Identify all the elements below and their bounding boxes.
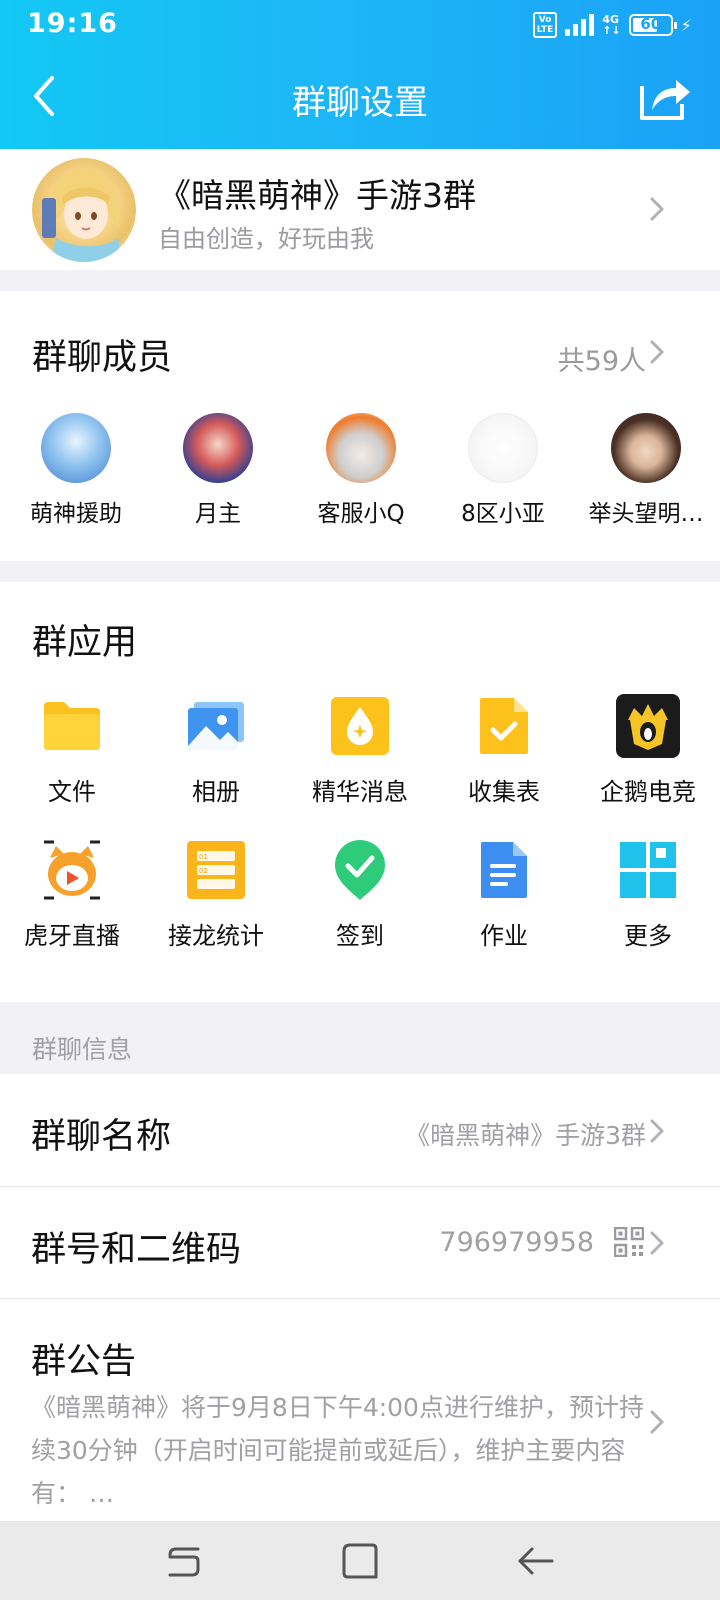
member-item[interactable]: 8区小亚 xyxy=(433,413,573,528)
group-number-value: 796979958 xyxy=(439,1227,594,1258)
app-label: 精华消息 xyxy=(312,778,408,806)
info-section-label: 群聊信息 xyxy=(32,1035,133,1064)
back-arrow-icon xyxy=(518,1547,554,1575)
battery-icon: 60 xyxy=(628,14,677,36)
app-label: 接龙统计 xyxy=(168,922,264,950)
avatar xyxy=(183,413,253,483)
group-name-row[interactable]: 群聊名称 《暗黑萌神》手游3群 xyxy=(0,1074,720,1186)
group-number-label: 群号和二维码 xyxy=(31,1230,242,1270)
app-label: 签到 xyxy=(336,922,384,950)
more-grid-icon xyxy=(616,838,680,902)
chevron-right-icon[interactable] xyxy=(646,337,668,367)
app-label: 作业 xyxy=(480,922,528,950)
network-icon: 4G ↑↓ xyxy=(602,13,621,37)
members-title: 群聊成员 xyxy=(32,338,173,378)
group-apps-section: 群应用 文件 相册 精华消息 收集表 企鹅电竞 虎牙直播 01 02 接龙统计 … xyxy=(0,582,720,1002)
back-nav-button[interactable] xyxy=(514,1539,558,1583)
group-name-label: 群聊名称 xyxy=(31,1117,172,1157)
chevron-right-icon xyxy=(646,1116,668,1146)
list-stats-icon: 01 02 xyxy=(184,838,248,902)
app-label: 收集表 xyxy=(468,778,540,806)
avatar xyxy=(326,413,396,483)
app-list-stats[interactable]: 01 02 接龙统计 xyxy=(144,838,288,951)
huya-live-icon xyxy=(40,838,104,902)
app-homework[interactable]: 作业 xyxy=(432,838,576,951)
member-item[interactable]: 客服小Q xyxy=(291,413,431,528)
member-item[interactable]: 月主 xyxy=(148,413,288,528)
share-icon xyxy=(640,80,690,120)
members-section: 群聊成员 共59人 萌神援助 月主 客服小Q 8区小亚 举头望明… xyxy=(0,291,720,561)
group-number-row[interactable]: 群号和二维码 796979958 xyxy=(0,1187,720,1298)
group-name: 《暗黑萌神》手游3群 xyxy=(158,176,476,215)
member-item[interactable]: 萌神援助 xyxy=(6,413,146,528)
app-label: 更多 xyxy=(624,922,672,950)
app-huya-live[interactable]: 虎牙直播 xyxy=(0,838,144,951)
group-notice-text: 《暗黑萌神》将于9月8日下午4:00点进行维护，预计持续30分钟（开启时间可能提… xyxy=(31,1393,644,1508)
top-header: 19:16 Vo LTE 4G ↑↓ 60 ⚡ 群聊设置 xyxy=(0,0,720,149)
app-more[interactable]: 更多 xyxy=(576,838,720,951)
signal-icon xyxy=(565,14,595,36)
form-icon xyxy=(472,694,536,758)
check-in-icon xyxy=(328,838,392,902)
group-name-value: 《暗黑萌神》手游3群 xyxy=(405,1121,646,1150)
app-file[interactable]: 文件 xyxy=(0,694,144,807)
svg-text:02: 02 xyxy=(199,867,208,875)
avatar xyxy=(611,413,681,483)
app-penguin-esports[interactable]: 企鹅电竞 xyxy=(576,694,720,807)
folder-icon xyxy=(40,694,104,758)
group-notice-label: 群公告 xyxy=(31,1342,137,1382)
chevron-right-icon xyxy=(646,194,668,224)
avatar xyxy=(468,413,538,483)
share-button[interactable] xyxy=(638,72,692,122)
app-album[interactable]: 相册 xyxy=(144,694,288,807)
app-label: 虎牙直播 xyxy=(24,922,120,950)
member-item[interactable]: 举头望明… xyxy=(576,413,716,528)
qr-code-icon[interactable] xyxy=(613,1226,645,1258)
homework-icon xyxy=(472,838,536,902)
app-label: 企鹅电竞 xyxy=(600,778,696,806)
page-title: 群聊设置 xyxy=(292,83,428,123)
volte-icon: Vo LTE xyxy=(532,12,558,38)
group-avatar xyxy=(32,158,136,262)
members-count[interactable]: 共59人 xyxy=(558,339,646,378)
home-button[interactable] xyxy=(338,1539,382,1583)
group-description: 自由创造，好玩由我 xyxy=(158,225,374,253)
member-name: 萌神援助 xyxy=(30,501,122,527)
svg-text:01: 01 xyxy=(199,853,208,861)
group-profile-card[interactable]: 《暗黑萌神》手游3群 自由创造，好玩由我 xyxy=(0,149,720,270)
member-name: 举头望明… xyxy=(588,501,704,527)
app-essence[interactable]: 精华消息 xyxy=(288,694,432,807)
system-nav-bar xyxy=(0,1521,720,1600)
apps-title: 群应用 xyxy=(32,623,138,663)
member-name: 8区小亚 xyxy=(461,501,545,527)
app-label: 相册 xyxy=(192,778,240,806)
app-label: 文件 xyxy=(48,778,96,806)
avatar xyxy=(41,413,111,483)
member-name: 客服小Q xyxy=(317,501,405,527)
charging-icon: ⚡ xyxy=(680,15,692,35)
recents-icon xyxy=(168,1547,200,1577)
battery-level: 60 xyxy=(640,15,662,33)
member-name: 月主 xyxy=(195,501,241,527)
status-time: 19:16 xyxy=(27,8,118,39)
home-icon xyxy=(342,1543,378,1579)
app-form[interactable]: 收集表 xyxy=(432,694,576,807)
app-check-in[interactable]: 签到 xyxy=(288,838,432,951)
recents-button[interactable] xyxy=(162,1539,206,1583)
chevron-right-icon xyxy=(646,1228,668,1258)
penguin-esports-icon xyxy=(616,694,680,758)
essence-icon xyxy=(328,694,392,758)
status-icons: Vo LTE 4G ↑↓ 60 ⚡ xyxy=(532,10,692,40)
album-icon xyxy=(184,694,248,758)
